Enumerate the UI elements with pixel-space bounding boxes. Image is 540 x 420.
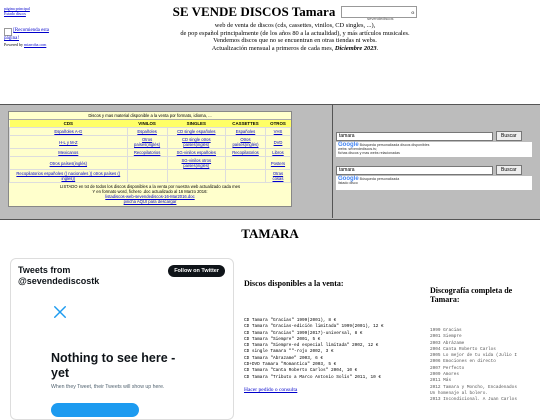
catalog-link[interactable]: Recopilatorios xyxy=(134,150,161,155)
update-date: Diciembre 2023 xyxy=(334,44,377,52)
catalog-link[interactable]: H-L y M-Z xyxy=(59,140,77,145)
catalog-link[interactable]: Otros países(inglés) xyxy=(50,161,87,166)
column-header: OTROS xyxy=(265,120,291,128)
catalog-link[interactable]: SG-vinilos otros países(inglés) xyxy=(182,158,212,168)
catalog-link[interactable]: Otros países(inglés) xyxy=(134,137,160,147)
table-row: H-L y M-Z Otros países(inglés) CD single… xyxy=(9,135,292,149)
search-input[interactable]: tamara xyxy=(336,165,493,175)
search-description: Google Búsqueda personalizada listado di… xyxy=(336,176,532,190)
broken-image-icon xyxy=(4,28,12,36)
discography-heading: Discografía completa de Tamara: xyxy=(430,286,513,304)
search-button[interactable]: Buscar xyxy=(496,131,522,141)
catalog-link[interactable]: Libros xyxy=(272,150,283,155)
catalog-link[interactable]: Españoles A-G xyxy=(54,129,82,134)
catalog-link[interactable]: CD single españoles xyxy=(177,129,215,134)
catalog-link[interactable]: DVD xyxy=(274,140,283,145)
search-button[interactable]: Buscar xyxy=(496,165,522,175)
discography-list: 1999 Gracias 2001 Siempre 2003 Abrázame … xyxy=(430,328,538,404)
list-item: 2013 Incondicional. A Juan Carlos xyxy=(430,397,517,403)
description-line: web de venta de discos (cds, cassettes, … xyxy=(214,22,376,29)
description-line: de pop español principalmente (de los añ… xyxy=(180,29,410,37)
catalog-link[interactable]: Otras cosas xyxy=(273,171,284,181)
table-row: Españoles A-G Españoles CD single españo… xyxy=(9,127,292,136)
artist-heading: TAMARA xyxy=(241,226,299,241)
description-line: Vendemos discos que no se encuentran en … xyxy=(213,37,377,45)
column-header: VINILOS xyxy=(127,120,168,128)
table-row: Recopilatorios españoles (( nacionales )… xyxy=(9,169,292,183)
download-here-link[interactable]: pincha AQUÍ para descargar xyxy=(124,199,177,204)
update-line: Actualización mensual a primeros de cada… xyxy=(211,44,379,52)
recommend-block: [Recomienda esta página! Powered by miar… xyxy=(4,28,64,47)
custom-search-discs: tamara Buscar Google Búsqueda personaliz… xyxy=(336,131,532,157)
column-header: CASSETTES xyxy=(225,120,266,128)
catalog-link[interactable]: Españoles xyxy=(137,129,157,134)
band-divider xyxy=(332,104,333,218)
header-search-box[interactable]: sevendediscos G xyxy=(341,6,418,22)
table-row: Mexicanos Recopilatorios SG-vinilos espa… xyxy=(9,148,292,157)
header-search-text: sevendediscos xyxy=(367,16,394,22)
powered-by-link[interactable]: miarroba.com xyxy=(24,42,46,47)
catalog-footer: LISTADO en txt de todos los discos dispo… xyxy=(9,183,291,206)
view-on-twitter-button[interactable] xyxy=(51,403,139,417)
top-left-links: página principal Estado discos xyxy=(4,6,64,16)
available-discs-list: CD Tamara "Gracias" 1999(2001), 8 € CD T… xyxy=(244,318,424,381)
column-header: CDS xyxy=(9,120,128,128)
catalog-link[interactable]: Mexicanos xyxy=(58,150,78,155)
catalog-panel: Discos y mas material disponible a la ve… xyxy=(8,111,292,207)
discography: Discografía completa de Tamara: 1999 Gra… xyxy=(430,286,538,404)
catalog-link[interactable]: Recopilatorios xyxy=(232,150,259,155)
follow-button[interactable]: Follow on Twitter xyxy=(168,265,225,277)
available-discs-heading: Discos disponibles a la venta: xyxy=(244,279,344,288)
x-logo-icon xyxy=(54,306,66,318)
catalog-title: Discos y mas material disponible a la ve… xyxy=(9,112,291,120)
column-header: SINGLES xyxy=(167,120,226,128)
catalog-link[interactable]: VHS xyxy=(274,129,283,134)
status-link[interactable]: Estado discos xyxy=(4,11,26,16)
site-title: SE VENDE DISCOS Tamara xyxy=(172,4,336,20)
search-description: Google Búsqueda personalizada discos dis… xyxy=(336,142,532,157)
search-input[interactable]: tamara xyxy=(336,131,493,141)
order-link[interactable]: Hacer pedido o consulta xyxy=(244,387,297,393)
twitter-title: Tweets from @sevendediscostk xyxy=(18,265,100,286)
catalog-link[interactable]: CD single otros países(inglés) xyxy=(182,137,211,147)
empty-state-subtitle: When they Tweet, their Tweets will show … xyxy=(51,384,165,390)
catalog-link[interactable]: SG-vinilos españoles xyxy=(177,150,216,155)
catalog-link[interactable]: Otros países(inglés) xyxy=(232,137,258,147)
list-item: CD Tamara "Tributo a Marco Antonio Solís… xyxy=(244,374,382,380)
empty-state-title: Nothing to see here - yet xyxy=(51,351,176,380)
catalog-link[interactable]: Recopilatorios españoles (( nacionales )… xyxy=(16,171,120,181)
catalog-link[interactable]: Españoles xyxy=(236,129,256,134)
twitter-timeline-widget: Tweets from @sevendediscostk Follow on T… xyxy=(10,258,234,420)
catalog-link[interactable]: Posters xyxy=(271,161,285,166)
catalog-table: CDS VINILOS SINGLES CASSETTES OTROS Espa… xyxy=(9,120,292,183)
table-row: Otros países(inglés) SG-vinilos otros pa… xyxy=(9,156,292,170)
available-discs: Discos disponibles a la venta: CD Tamara… xyxy=(244,279,424,393)
catalog-header-row: CDS VINILOS SINGLES CASSETTES OTROS xyxy=(9,120,291,128)
google-logo-icon: G xyxy=(411,10,415,16)
custom-search-listing: tamara Buscar Google Búsqueda personaliz… xyxy=(336,165,532,190)
site-description: web de venta de discos (cds, cassettes, … xyxy=(160,22,430,52)
powered-by-label: Powered by xyxy=(4,42,23,47)
site-header: SE VENDE DISCOS Tamara sevendediscos G w… xyxy=(160,3,430,52)
